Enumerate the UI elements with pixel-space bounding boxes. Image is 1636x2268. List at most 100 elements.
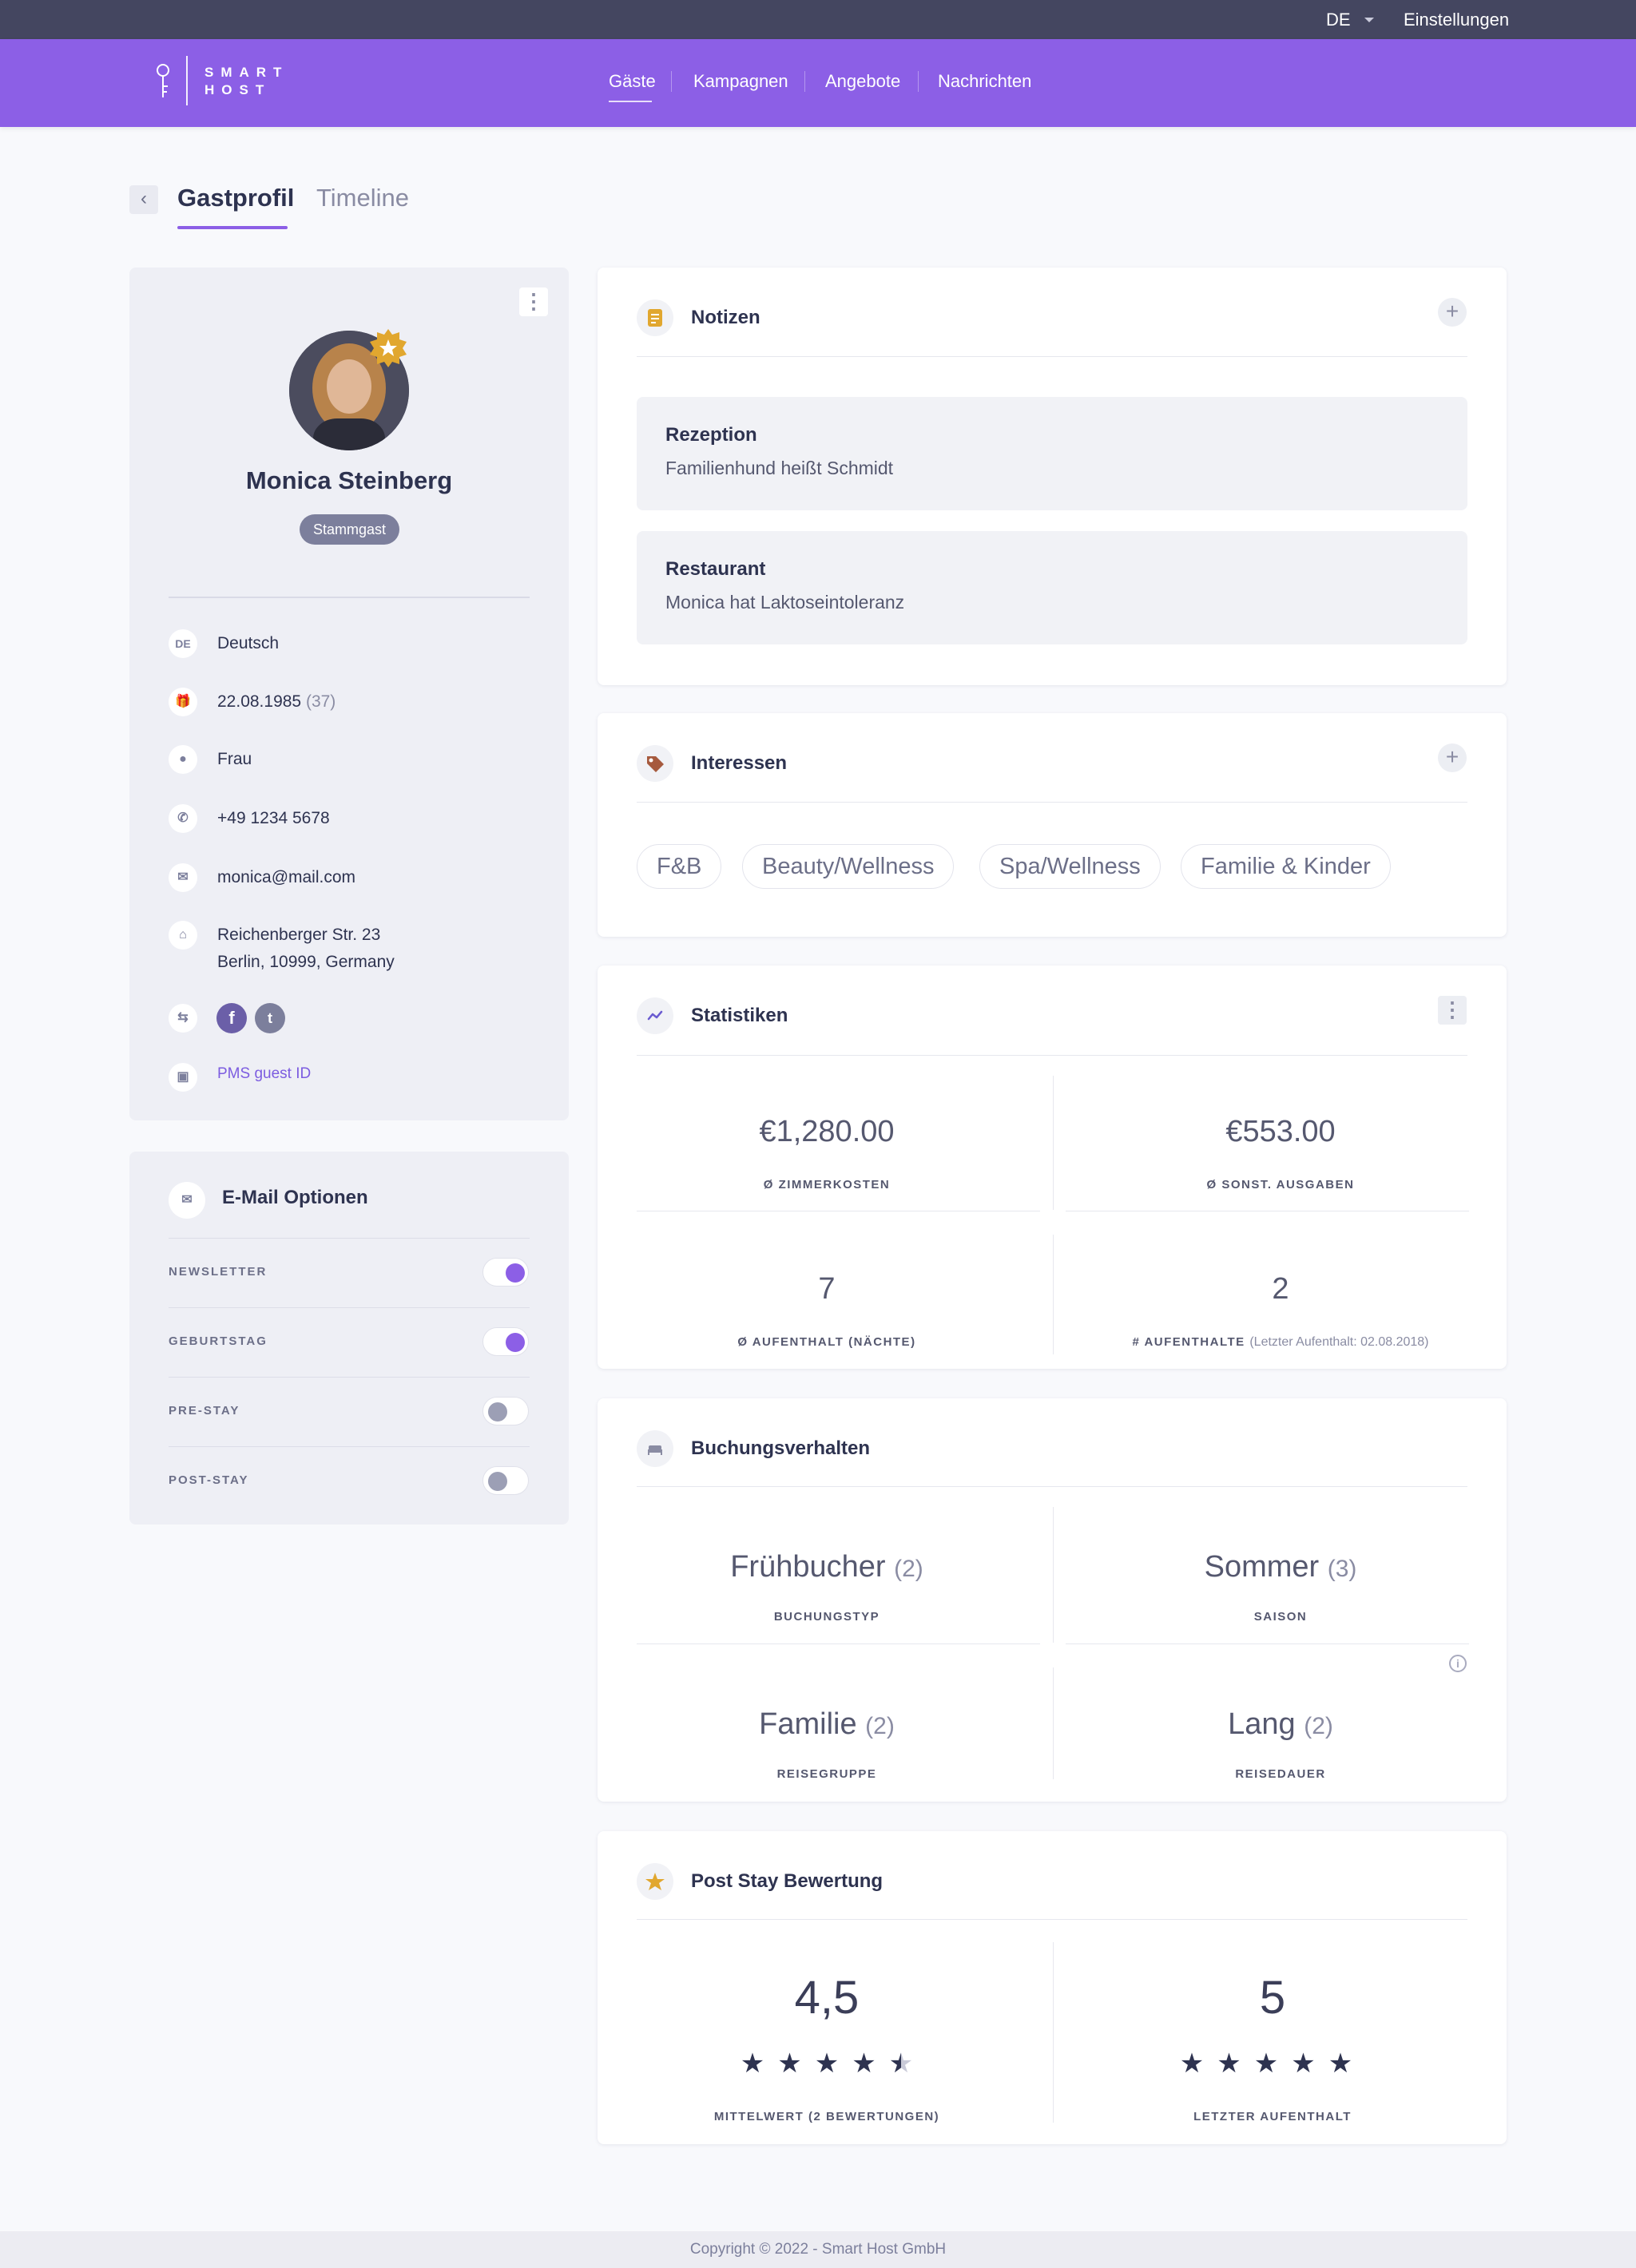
brand-logo[interactable]: SMART HOST (204, 64, 288, 99)
plus-icon: + (1445, 744, 1459, 769)
language-selector[interactable]: DE (1326, 0, 1351, 39)
add-note-button[interactable]: + (1438, 298, 1467, 327)
option-label-pre-stay: PRE-STAY (169, 1404, 240, 1418)
footer: Copyright © 2022 - Smart Host GmbH (0, 2231, 1636, 2268)
key-logo-icon[interactable] (153, 62, 173, 101)
vip-star-icon (370, 329, 407, 367)
interests-title: Interessen (691, 752, 788, 774)
note-item[interactable]: Restaurant Monica hat Laktoseintoleranz (637, 531, 1467, 644)
guest-phone[interactable]: +49 1234 5678 (217, 805, 330, 832)
guest-salutation: Frau (217, 750, 252, 768)
info-icon[interactable]: i (1449, 1655, 1467, 1672)
avg-stay-label: Ø AUFENTHALT (NÄCHTE) (737, 1335, 916, 1349)
average-rating-label: MITTELWERT (2 BEWERTUNGEN) (713, 2110, 940, 2123)
nav-separator (804, 71, 805, 92)
nav-item-gaeste[interactable]: Gäste (609, 69, 656, 93)
divider (637, 1919, 1467, 1920)
booking-title: Buchungsverhalten (691, 1437, 871, 1459)
twitter-icon[interactable]: t (255, 1003, 285, 1033)
divider (637, 356, 1467, 357)
guest-email[interactable]: monica@mail.com (217, 864, 355, 891)
guest-age: (37) (305, 692, 336, 711)
divider (1053, 1942, 1054, 2123)
travel-duration-label: REISEDAUER (1235, 1767, 1326, 1781)
avg-stay-value: 7 (818, 1272, 836, 1306)
kebab-icon: ⋮ (523, 289, 544, 313)
interest-chip[interactable]: Spa/Wellness (979, 844, 1161, 889)
stays-label: # AUFENTHALTE (Letzter Aufenthalt: 02.08… (1053, 1335, 1508, 1350)
post-stay-toggle[interactable] (482, 1466, 529, 1495)
notes-title: Notizen (691, 307, 760, 328)
phone-icon: ✆ (169, 804, 197, 833)
average-rating-value: 4,5 (794, 1972, 860, 2024)
nav-item-kampagnen[interactable]: Kampagnen (693, 69, 788, 93)
tab-gastprofil[interactable]: Gastprofil (177, 184, 294, 212)
interest-chip[interactable]: Familie & Kinder (1181, 844, 1391, 889)
travel-duration-text: Lang (1228, 1707, 1296, 1741)
add-interest-button[interactable]: + (1438, 743, 1467, 772)
top-bar: DE Einstellungen (0, 0, 1636, 39)
chevron-down-icon[interactable] (1364, 18, 1374, 22)
profile-divider (169, 597, 530, 598)
divider (637, 1055, 1467, 1056)
interest-chip[interactable]: Beauty/Wellness (742, 844, 955, 889)
divider (637, 802, 1467, 803)
season-value: Sommer (3) (1053, 1550, 1508, 1584)
statistics-menu-button[interactable]: ⋮ (1438, 996, 1467, 1025)
room-cost-value: €1,280.00 (759, 1115, 895, 1148)
guest-language: Deutsch (217, 634, 280, 652)
divider (169, 1377, 530, 1378)
guest-birthday: 22.08.1985 (37) (217, 688, 336, 716)
nav-separator (671, 71, 672, 92)
interest-chip[interactable]: F&B (637, 844, 722, 889)
average-rating-stars: ★★★★★★ (740, 2048, 914, 2079)
address-line-2: Berlin, 10999, Germany (217, 953, 395, 971)
facebook-icon[interactable]: f (216, 1003, 247, 1033)
booking-type-count: (2) (894, 1556, 923, 1582)
back-button[interactable]: ‹ (129, 185, 158, 214)
option-label-newsletter: NEWSLETTER (169, 1265, 268, 1279)
plus-icon: + (1445, 299, 1459, 323)
nav-item-angebote[interactable]: Angebote (825, 69, 900, 93)
last-stay-note: (Letzter Aufenthalt: 02.08.2018) (1249, 1335, 1429, 1349)
settings-link[interactable]: Einstellungen (1404, 0, 1509, 39)
pre-stay-toggle[interactable] (482, 1397, 529, 1425)
travel-group-value: Familie (2) (599, 1707, 1054, 1742)
nav-active-indicator (609, 101, 652, 102)
mail-icon: ✉ (169, 1182, 205, 1219)
address-line-1: Reichenberger Str. 23 (217, 926, 381, 944)
option-label-geburtstag: GEBURTSTAG (169, 1334, 268, 1348)
id-card-icon: ▣ (169, 1063, 197, 1092)
note-item[interactable]: Rezeption Familienhund heißt Schmidt (637, 397, 1467, 510)
star-icon (637, 1863, 673, 1900)
profile-menu-button[interactable]: ⋮ (519, 287, 548, 316)
birthday-date: 22.08.1985 (217, 692, 302, 711)
share-icon: ⇆ (169, 1004, 197, 1033)
travel-group-text: Familie (759, 1707, 857, 1741)
nav-item-nachrichten[interactable]: Nachrichten (938, 69, 1031, 93)
mail-icon: ✉ (169, 863, 197, 892)
tab-timeline[interactable]: Timeline (316, 184, 409, 212)
divider (169, 1238, 530, 1239)
tab-active-indicator (177, 226, 288, 229)
season-count: (3) (1327, 1556, 1357, 1582)
half-star-icon: ★★ (888, 2048, 914, 2079)
bed-icon (637, 1430, 673, 1467)
guest-name: Monica Steinberg (245, 466, 453, 494)
interests-card (598, 713, 1507, 937)
booking-type-text: Frühbucher (730, 1550, 886, 1584)
toggle-knob (506, 1263, 525, 1283)
stays-value: 2 (1272, 1272, 1289, 1306)
pms-guest-id-link[interactable]: PMS guest ID (217, 1065, 311, 1083)
newsletter-toggle[interactable] (482, 1258, 529, 1287)
tag-icon (637, 745, 673, 782)
chevron-left-icon: ‹ (141, 188, 147, 209)
kebab-icon: ⋮ (1442, 997, 1463, 1021)
birthday-toggle[interactable] (482, 1327, 529, 1356)
other-expenses-label: Ø SONST. AUSGABEN (1206, 1178, 1355, 1191)
season-label: SAISON (1253, 1610, 1308, 1624)
other-expenses-value: €553.00 (1225, 1115, 1336, 1148)
travel-duration-count: (2) (1304, 1713, 1333, 1739)
stays-label-text: # AUFENTHALTE (1132, 1335, 1245, 1349)
booking-type-value: Frühbucher (2) (599, 1550, 1054, 1584)
